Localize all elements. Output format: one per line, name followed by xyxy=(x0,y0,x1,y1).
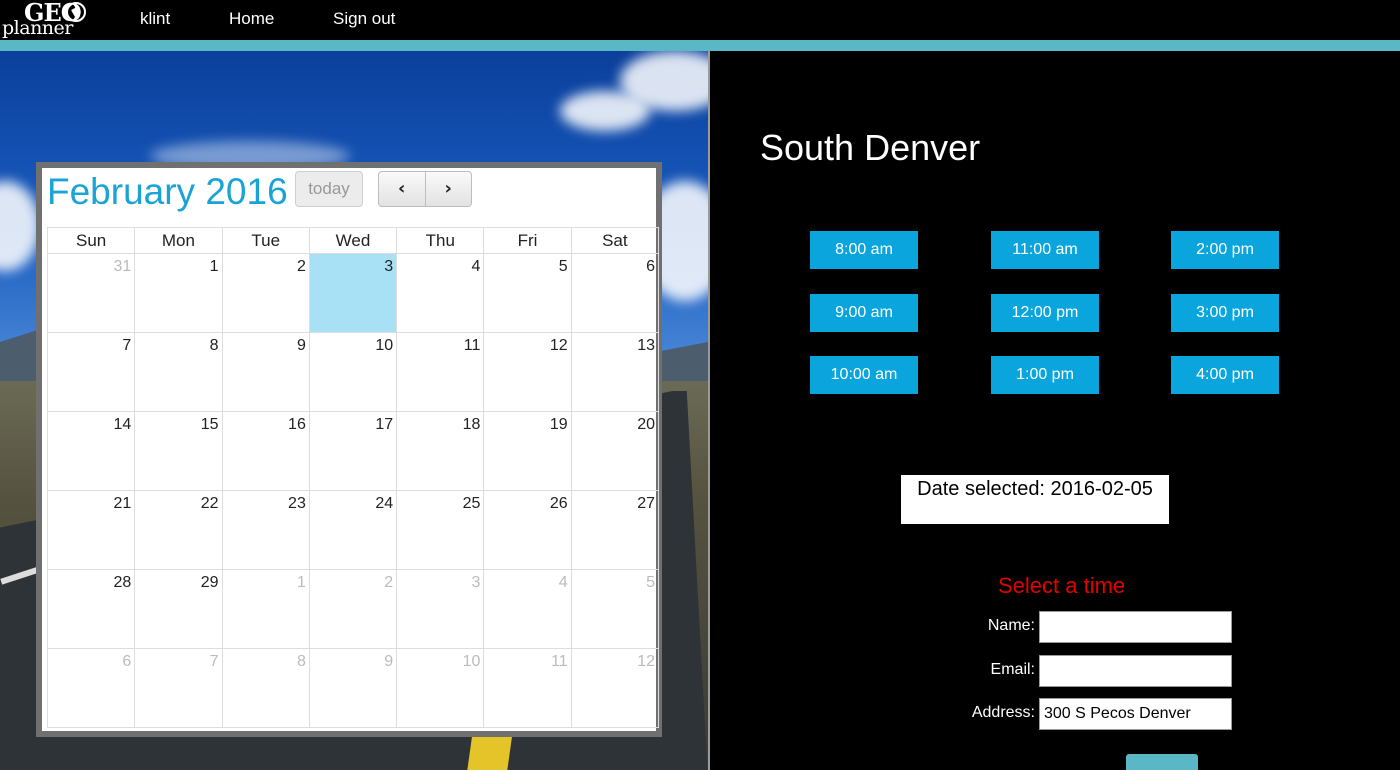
day-cell[interactable]: 2 xyxy=(308,569,398,649)
accent-bar xyxy=(0,40,1400,51)
day-cell[interactable]: 21 xyxy=(46,490,136,570)
geoplanner-logo[interactable]: GEO planner xyxy=(2,0,88,40)
weekday-header: Sun xyxy=(46,227,136,254)
weekday-header: Sat xyxy=(570,227,660,254)
day-cell[interactable]: 13 xyxy=(570,332,660,412)
day-cell[interactable]: 28 xyxy=(46,569,136,649)
day-cell[interactable]: 10 xyxy=(396,648,485,728)
today-button[interactable]: today xyxy=(295,171,363,207)
day-cell[interactable]: 11 xyxy=(396,332,485,412)
day-cell-today[interactable]: 3 xyxy=(308,253,398,333)
submit-button[interactable] xyxy=(1126,754,1198,770)
month-nav-group: ‹ › xyxy=(378,171,472,207)
date-selected-display: Date selected: 2016-02-05 xyxy=(901,475,1169,524)
top-navbar: GEO planner klint Home Sign out xyxy=(0,0,1400,40)
day-cell[interactable]: 17 xyxy=(308,411,398,491)
day-cell[interactable]: 18 xyxy=(396,411,485,491)
calendar-week-row: 6 7 8 9 10 11 12 xyxy=(46,648,660,728)
nav-link-sign-out[interactable]: Sign out xyxy=(333,9,395,29)
day-cell[interactable]: 4 xyxy=(483,569,572,649)
day-cell[interactable]: 22 xyxy=(134,490,223,570)
logo-planner-text: planner xyxy=(2,17,73,39)
day-cell[interactable]: 27 xyxy=(570,490,660,570)
day-cell[interactable]: 1 xyxy=(221,569,310,649)
day-cell[interactable]: 24 xyxy=(308,490,398,570)
weekday-header: Tue xyxy=(221,227,310,254)
weekday-header: Mon xyxy=(134,227,223,254)
day-cell[interactable]: 3 xyxy=(396,569,485,649)
day-cell[interactable]: 1 xyxy=(134,253,223,333)
day-cell[interactable]: 14 xyxy=(46,411,136,491)
address-label: Address: xyxy=(971,704,1035,721)
calendar-widget: February 2016 today ‹ › Sun Mon Tue Wed … xyxy=(36,162,662,737)
name-label: Name: xyxy=(987,617,1035,634)
weekday-header: Fri xyxy=(483,227,572,254)
day-cell[interactable]: 9 xyxy=(221,332,310,412)
name-input[interactable] xyxy=(1039,611,1232,643)
next-month-button[interactable]: › xyxy=(424,172,472,206)
day-cell[interactable]: 7 xyxy=(46,332,136,412)
time-slot-button[interactable]: 12:00 pm xyxy=(991,294,1099,332)
time-slot-button[interactable]: 11:00 am xyxy=(991,231,1099,269)
time-slot-button[interactable]: 10:00 am xyxy=(810,356,918,394)
time-slot-button[interactable]: 9:00 am xyxy=(810,294,918,332)
weekday-header: Thu xyxy=(396,227,485,254)
weekday-header-row: Sun Mon Tue Wed Thu Fri Sat xyxy=(46,227,660,254)
day-cell[interactable]: 10 xyxy=(308,332,398,412)
day-cell[interactable]: 2 xyxy=(221,253,310,333)
calendar-grid: Sun Mon Tue Wed Thu Fri Sat 31 1 2 3 4 5… xyxy=(46,227,660,728)
day-cell[interactable]: 19 xyxy=(483,411,572,491)
chevron-left-icon: ‹ xyxy=(398,178,406,199)
day-cell[interactable]: 26 xyxy=(483,490,572,570)
panel-divider xyxy=(708,51,710,770)
prev-month-button[interactable]: ‹ xyxy=(379,172,425,206)
time-slot-button[interactable]: 1:00 pm xyxy=(991,356,1099,394)
day-cell[interactable]: 5 xyxy=(483,253,572,333)
time-slot-button[interactable]: 4:00 pm xyxy=(1171,356,1279,394)
location-title: South Denver xyxy=(760,127,981,168)
day-cell[interactable]: 4 xyxy=(396,253,485,333)
day-cell[interactable]: 8 xyxy=(134,332,223,412)
day-cell[interactable]: 5 xyxy=(570,569,660,649)
time-slot-button[interactable]: 8:00 am xyxy=(810,231,918,269)
day-cell[interactable]: 12 xyxy=(483,332,572,412)
time-slot-button[interactable]: 3:00 pm xyxy=(1171,294,1279,332)
calendar-week-row: 31 1 2 3 4 5 6 xyxy=(46,253,660,333)
chevron-right-icon: › xyxy=(444,178,452,199)
day-cell[interactable]: 25 xyxy=(396,490,485,570)
calendar-week-row: 7 8 9 10 11 12 13 xyxy=(46,332,660,412)
nav-link-home[interactable]: Home xyxy=(229,9,274,29)
day-cell[interactable]: 31 xyxy=(46,253,136,333)
select-time-heading: Select a time xyxy=(998,573,1126,598)
day-cell[interactable]: 23 xyxy=(221,490,310,570)
day-cell[interactable]: 6 xyxy=(46,648,136,728)
day-cell[interactable]: 20 xyxy=(570,411,660,491)
calendar-week-row: 14 15 16 17 18 19 20 xyxy=(46,411,660,491)
day-cell[interactable]: 7 xyxy=(134,648,223,728)
weekday-header: Wed xyxy=(308,227,398,254)
day-cell[interactable]: 16 xyxy=(221,411,310,491)
day-cell[interactable]: 15 xyxy=(134,411,223,491)
day-cell[interactable]: 12 xyxy=(570,648,660,728)
calendar-week-row: 21 22 23 24 25 26 27 xyxy=(46,490,660,570)
address-input[interactable] xyxy=(1039,698,1232,730)
day-cell[interactable]: 29 xyxy=(134,569,223,649)
email-label: Email: xyxy=(990,661,1035,678)
email-input[interactable] xyxy=(1039,655,1232,687)
day-cell[interactable]: 6 xyxy=(570,253,660,333)
calendar-month-title: February 2016 xyxy=(47,171,288,212)
day-cell[interactable]: 11 xyxy=(483,648,572,728)
day-cell[interactable]: 8 xyxy=(221,648,310,728)
nav-link-user[interactable]: klint xyxy=(140,9,170,29)
day-cell[interactable]: 9 xyxy=(308,648,398,728)
calendar-week-row: 28 29 1 2 3 4 5 xyxy=(46,569,660,649)
time-slot-button[interactable]: 2:00 pm xyxy=(1171,231,1279,269)
